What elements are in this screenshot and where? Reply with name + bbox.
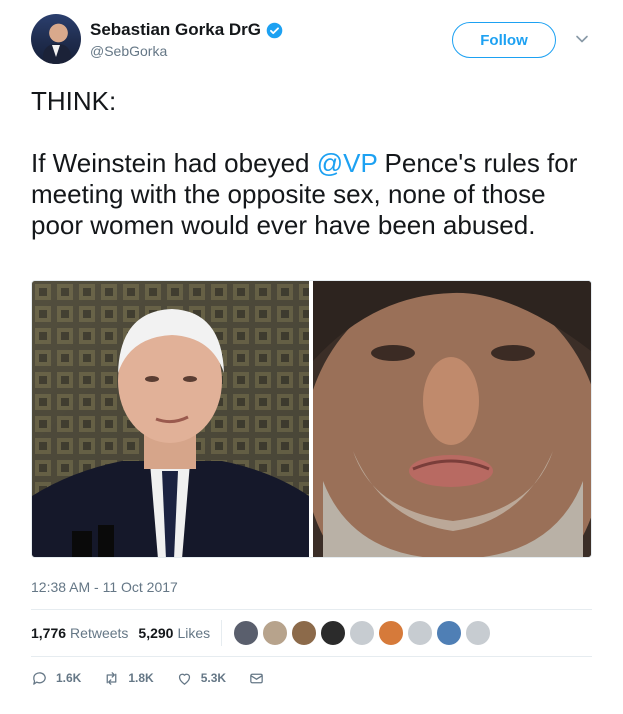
tweet-line-think: THINK:: [31, 86, 117, 116]
tweet-actions: 1.6K 1.8K 5.3K: [31, 668, 287, 688]
photo-right[interactable]: [313, 281, 591, 557]
retweet-icon: [106, 671, 117, 685]
tweet-stats: 1,776 Retweets 5,290 Likes: [31, 620, 491, 646]
liker-avatar[interactable]: [436, 620, 462, 646]
photo-left-illustration: [32, 281, 309, 557]
liker-avatar[interactable]: [407, 620, 433, 646]
like-button[interactable]: 5.3K: [176, 670, 226, 687]
liker-avatar[interactable]: [465, 620, 491, 646]
retweets-count[interactable]: 1,776: [31, 625, 66, 641]
liker-avatar[interactable]: [378, 620, 404, 646]
avatar[interactable]: [31, 14, 81, 64]
reply-icon: [33, 671, 46, 685]
reply-count: 1.6K: [56, 671, 82, 685]
retweet-count: 1.8K: [128, 671, 154, 685]
tweet-timestamp[interactable]: 12:38 AM - 11 Oct 2017: [31, 579, 178, 595]
photo-right-illustration: [313, 281, 591, 557]
liker-avatar[interactable]: [233, 620, 259, 646]
photo-left[interactable]: [32, 281, 309, 557]
verified-badge-icon: [266, 22, 283, 38]
divider-bottom: [31, 656, 592, 657]
tweet-body-start: If Weinstein had obeyed: [31, 148, 317, 178]
direct-message-button[interactable]: [248, 670, 265, 687]
liker-avatar[interactable]: [291, 620, 317, 646]
author-handle[interactable]: @SebGorka: [90, 43, 167, 59]
stats-separator: [221, 620, 222, 646]
likes-label[interactable]: Likes: [177, 625, 210, 641]
liker-avatar[interactable]: [349, 620, 375, 646]
tweet-text: THINK: If Weinstein had obeyed @VP Pence…: [31, 86, 591, 241]
liker-avatars: [233, 620, 494, 646]
like-count: 5.3K: [200, 671, 227, 685]
liker-avatar[interactable]: [262, 620, 288, 646]
likes-count[interactable]: 5,290: [138, 625, 173, 641]
retweet-button[interactable]: 1.8K: [103, 670, 154, 687]
tweet-body: If Weinstein had obeyed @VP Pence's rule…: [31, 148, 591, 241]
author-name-row[interactable]: Sebastian Gorka DrG: [90, 20, 283, 40]
follow-button[interactable]: Follow: [452, 22, 556, 58]
chevron-down-icon[interactable]: [575, 32, 589, 46]
envelope-icon: [250, 673, 263, 683]
liker-avatar[interactable]: [320, 620, 346, 646]
retweets-label[interactable]: Retweets: [70, 625, 128, 641]
divider-top: [31, 609, 592, 610]
heart-icon: [178, 673, 190, 685]
reply-button[interactable]: 1.6K: [31, 670, 81, 687]
author-display-name[interactable]: Sebastian Gorka DrG: [90, 20, 261, 40]
mention-link[interactable]: @VP: [317, 148, 378, 178]
tweet-header: Sebastian Gorka DrG @SebGorka Follow: [31, 14, 596, 70]
tweet-media[interactable]: [31, 280, 592, 558]
